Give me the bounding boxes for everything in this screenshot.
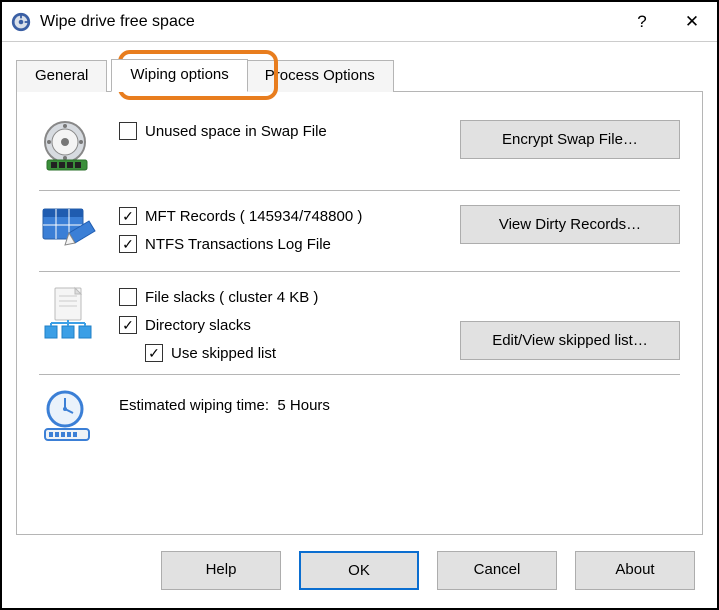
- ntfs-log-label: NTFS Transactions Log File: [145, 236, 331, 253]
- unused-swap-checkbox[interactable]: Unused space in Swap File: [119, 122, 460, 140]
- about-button[interactable]: About: [575, 551, 695, 590]
- ok-button[interactable]: OK: [299, 551, 419, 590]
- help-footer-button[interactable]: Help: [161, 551, 281, 590]
- use-skipped-list-label: Use skipped list: [171, 345, 276, 362]
- app-icon: [10, 11, 32, 33]
- mft-row: ✓ MFT Records ( 145934/748800 ) ✓ NTFS T…: [39, 190, 680, 271]
- estimated-time-value: 5 Hours: [277, 397, 330, 414]
- tab-process-options[interactable]: Process Options: [246, 60, 394, 92]
- titlebar: Wipe drive free space ? ✕: [2, 2, 717, 42]
- records-eraser-icon: [39, 205, 97, 255]
- window-title: Wipe drive free space: [40, 13, 617, 31]
- mft-records-label: MFT Records ( 145934/748800 ): [145, 208, 362, 225]
- tabstrip: General Wiping options Process Options: [2, 42, 717, 91]
- directory-slacks-checkbox[interactable]: ✓ Directory slacks: [119, 316, 460, 334]
- estimated-time: Estimated wiping time: 5 Hours: [119, 391, 460, 414]
- file-slacks-checkbox[interactable]: File slacks ( cluster 4 KB ): [119, 288, 460, 306]
- slacks-row: File slacks ( cluster 4 KB ) ✓ Directory…: [39, 271, 680, 374]
- swap-row: Unused space in Swap File Encrypt Swap F…: [39, 106, 680, 190]
- encrypt-swap-button[interactable]: Encrypt Swap File…: [460, 120, 680, 159]
- options-panel: Unused space in Swap File Encrypt Swap F…: [16, 91, 703, 535]
- use-skipped-list-checkbox[interactable]: ✓ Use skipped list: [145, 344, 460, 362]
- help-button[interactable]: ?: [617, 2, 667, 42]
- ntfs-log-checkbox[interactable]: ✓ NTFS Transactions Log File: [119, 235, 460, 253]
- safe-disk-icon: [39, 120, 97, 174]
- clock-progress-icon: [39, 389, 97, 443]
- close-button[interactable]: ✕: [667, 2, 717, 42]
- view-dirty-records-button[interactable]: View Dirty Records…: [460, 205, 680, 244]
- estimated-time-label: Estimated wiping time:: [119, 397, 269, 414]
- estimate-row: Estimated wiping time: 5 Hours: [39, 374, 680, 459]
- mft-records-checkbox[interactable]: ✓ MFT Records ( 145934/748800 ): [119, 207, 460, 225]
- file-slacks-icon: [39, 286, 97, 344]
- edit-skipped-list-button[interactable]: Edit/View skipped list…: [460, 321, 680, 360]
- unused-swap-label: Unused space in Swap File: [145, 123, 327, 140]
- button-bar: Help OK Cancel About: [2, 535, 717, 608]
- file-slacks-label: File slacks ( cluster 4 KB ): [145, 289, 318, 306]
- tab-wiping-options[interactable]: Wiping options: [111, 59, 247, 92]
- tab-general[interactable]: General: [16, 60, 107, 92]
- directory-slacks-label: Directory slacks: [145, 317, 251, 334]
- cancel-button[interactable]: Cancel: [437, 551, 557, 590]
